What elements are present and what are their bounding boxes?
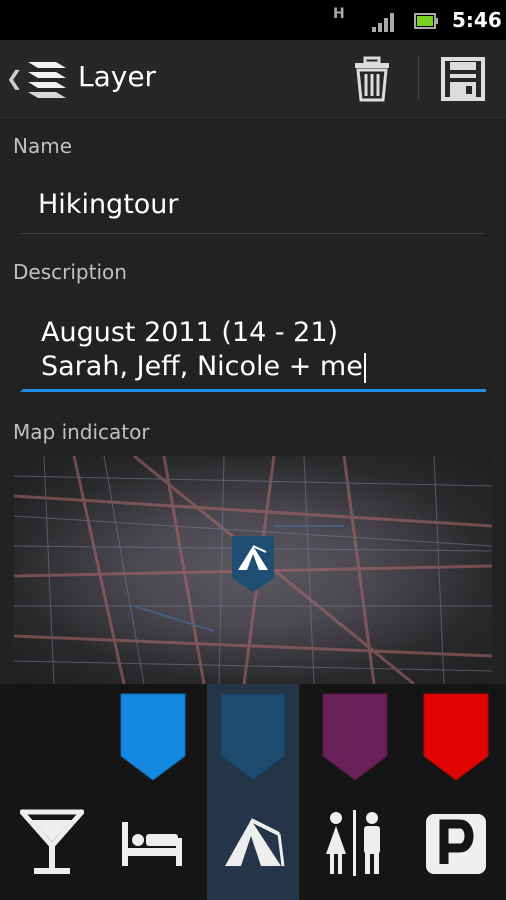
description-line-1: August 2011 (14 - 21)	[41, 317, 339, 348]
marker-picker	[0, 684, 506, 900]
status-bar: H 5:46	[0, 0, 506, 40]
name-value: Hikingtour	[38, 189, 179, 220]
cocktail-icon[interactable]	[20, 808, 84, 878]
map-preview	[14, 456, 492, 684]
parking-icon[interactable]	[424, 808, 488, 878]
color-option-red[interactable]	[422, 692, 490, 782]
signal-icon	[372, 13, 394, 32]
name-field[interactable]: Hikingtour	[20, 188, 486, 234]
back-chevron-icon[interactable]: ❮	[6, 66, 23, 90]
description-label: Description	[13, 260, 127, 284]
save-icon[interactable]	[440, 56, 486, 102]
text-cursor	[363, 352, 366, 383]
action-bar: ❮ Layer	[0, 40, 506, 118]
description-field[interactable]: August 2011 (14 - 21) Sarah, Jeff, Nicol…	[20, 316, 486, 392]
map-marker	[232, 536, 274, 592]
network-type-indicator: H	[333, 6, 345, 22]
restroom-icon[interactable]	[322, 808, 386, 878]
color-option-purple[interactable]	[321, 692, 389, 782]
map-indicator-label: Map indicator	[13, 420, 150, 444]
layers-icon[interactable]	[24, 56, 70, 98]
page-title: Layer	[78, 60, 157, 93]
trash-icon[interactable]	[350, 56, 394, 102]
name-label: Name	[13, 134, 73, 158]
battery-icon	[414, 13, 438, 29]
bed-icon[interactable]	[120, 808, 184, 878]
action-divider	[418, 56, 419, 100]
description-line-2: Sarah, Jeff, Nicole + me	[41, 351, 363, 382]
color-option-blue[interactable]	[119, 692, 187, 782]
status-time: 5:46	[452, 8, 502, 32]
color-option-dark-blue[interactable]	[219, 692, 287, 782]
tent-icon[interactable]	[221, 808, 285, 878]
layer-form: Name Hikingtour Description August 2011 …	[0, 118, 506, 684]
